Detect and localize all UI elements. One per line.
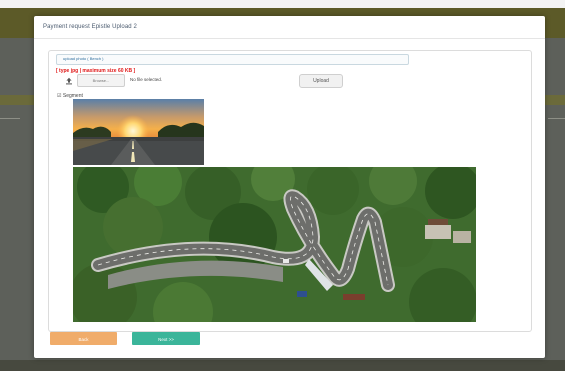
upload-button[interactable]: Upload	[299, 74, 343, 88]
next-button[interactable]: Next >>	[132, 332, 200, 345]
upload-photo-tab-label: upload photo ( Bench )	[63, 56, 104, 61]
modal-header-divider	[34, 38, 545, 39]
back-button[interactable]: Back	[50, 332, 117, 345]
background-divider-right	[548, 118, 565, 119]
background-top-bar	[0, 0, 565, 8]
no-file-selected-text: No file selected.	[130, 77, 163, 82]
background-bottom	[0, 360, 565, 371]
modal-title: Payment request Epistle Upload 2	[43, 24, 137, 30]
upload-photo-tab[interactable]: upload photo ( Bench )	[56, 54, 409, 65]
upload-panel: upload photo ( Bench ) [ type jpg | maxi…	[48, 50, 532, 332]
browse-button[interactable]: Browse...	[77, 74, 125, 87]
sunset-road-illustration	[73, 99, 204, 165]
upload-icon	[66, 77, 72, 85]
upload-modal: Payment request Epistle Upload 2 upload …	[34, 16, 545, 358]
sunset-road-photo	[73, 99, 204, 165]
background-divider-left	[0, 118, 20, 119]
winding-road-photo	[73, 167, 476, 322]
winding-road-illustration	[73, 167, 476, 322]
